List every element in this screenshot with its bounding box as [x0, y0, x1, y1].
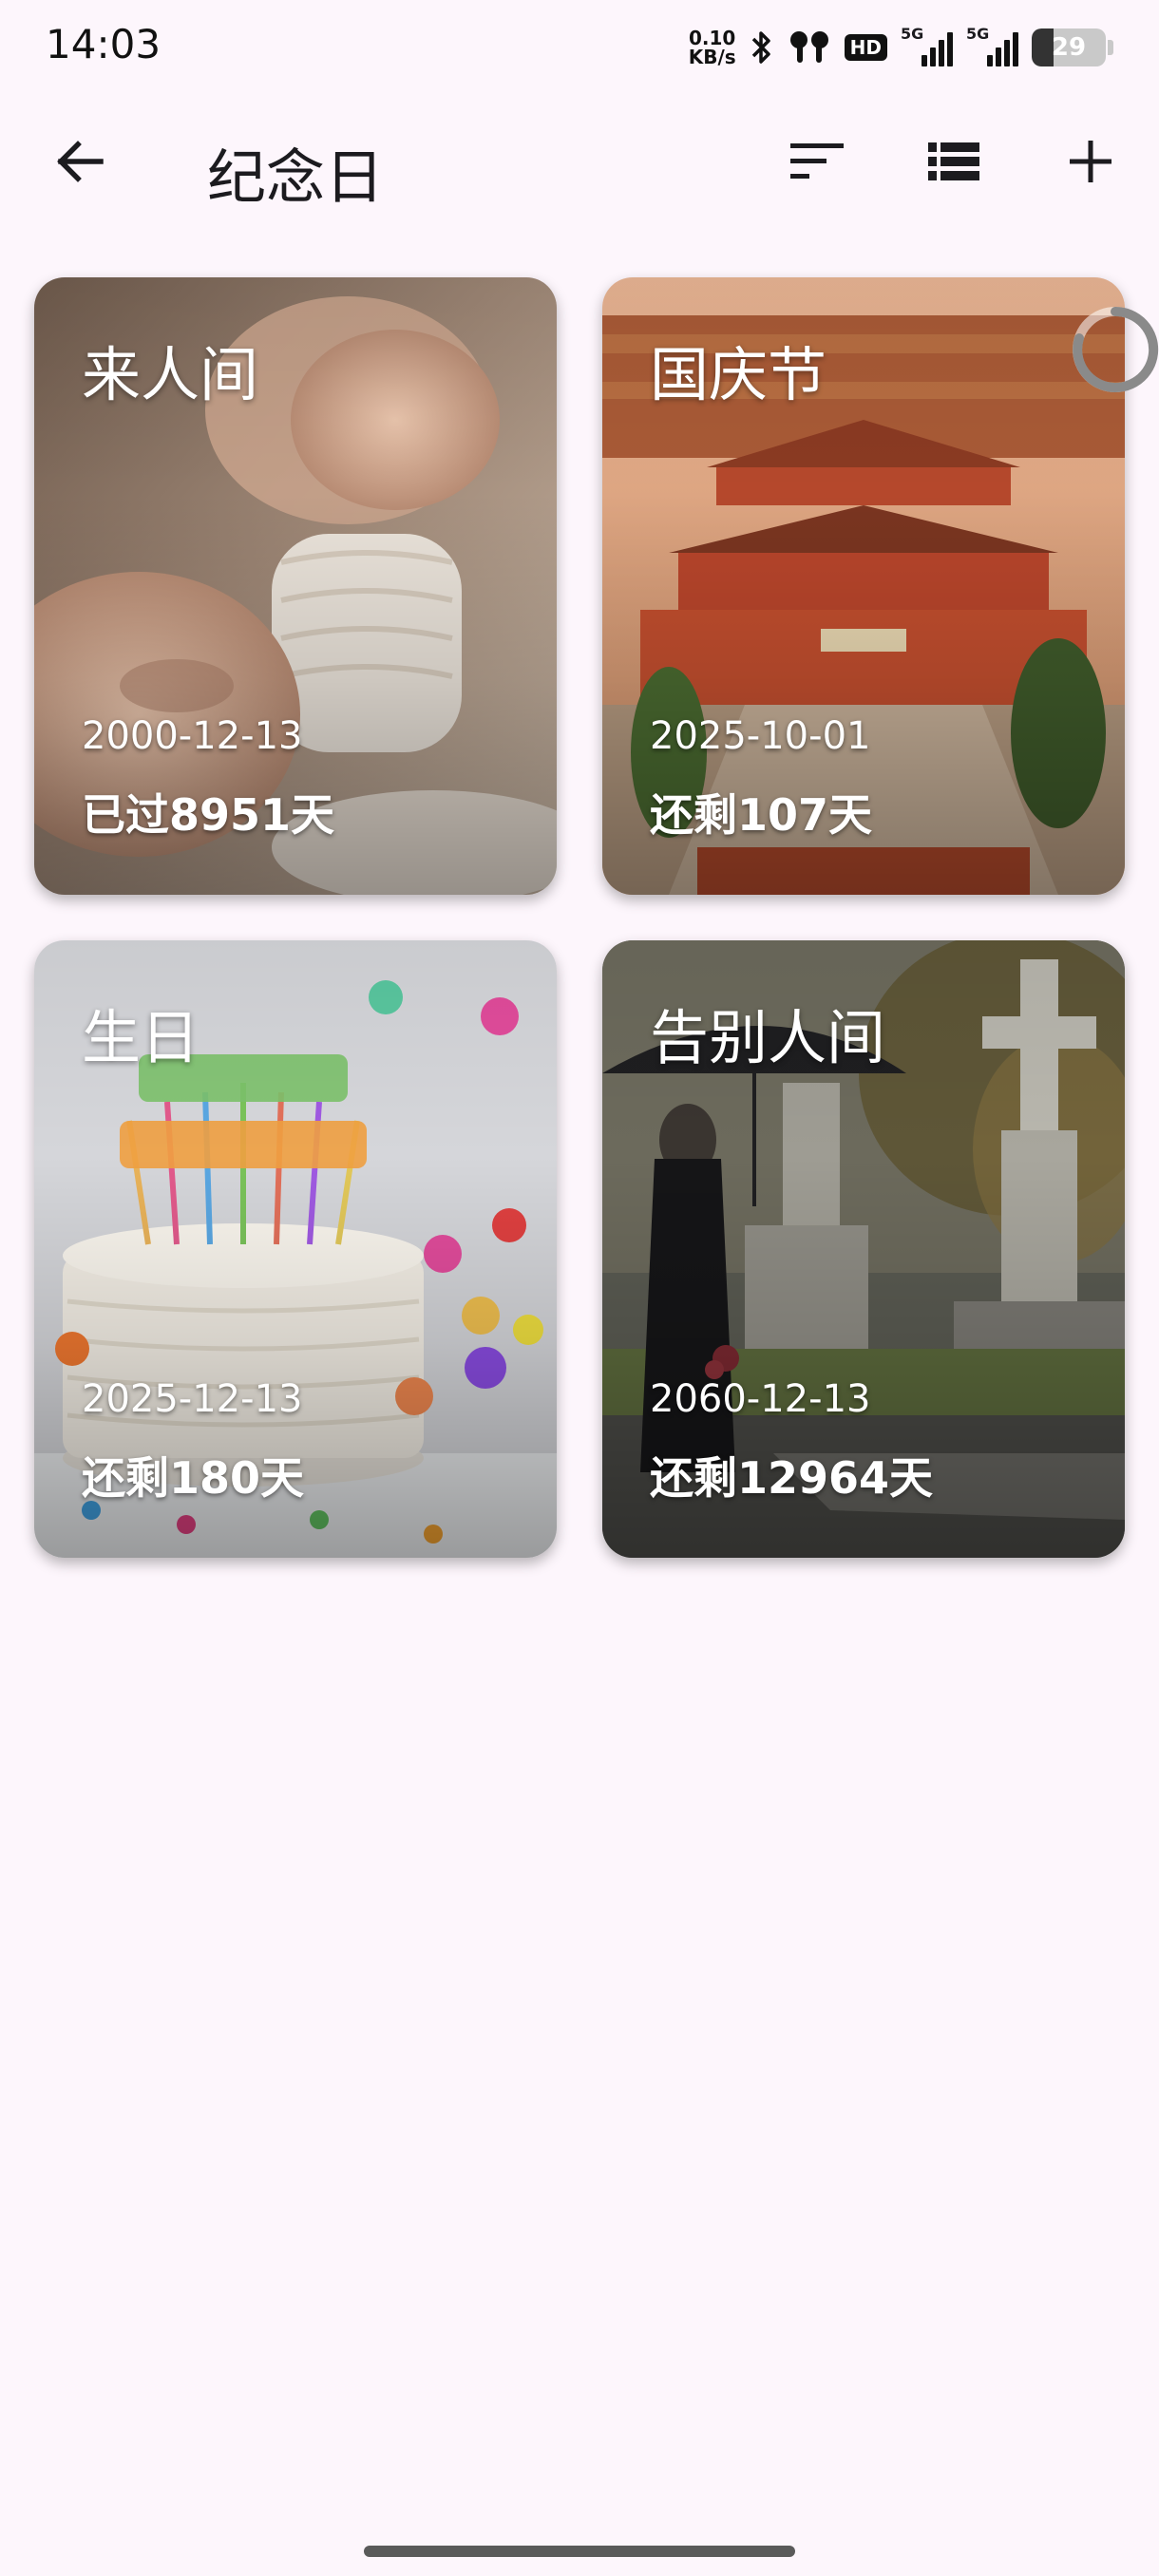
card-title: 告别人间	[650, 1003, 886, 1072]
sort-button[interactable]	[779, 123, 855, 199]
list-view-button[interactable]	[916, 123, 992, 199]
card-date: 2025-12-13	[82, 1377, 303, 1421]
back-arrow-icon	[57, 141, 104, 182]
anniversary-card[interactable]: 来人间 2000-12-13 已过8951天	[34, 277, 557, 895]
signal-icon-2: 5G	[966, 25, 1018, 66]
anniversary-card[interactable]: 生日 2025-12-13 还剩180天	[34, 940, 557, 1558]
card-count: 还剩12964天	[650, 1452, 934, 1504]
network-speed: 0.10 KB/s	[688, 27, 736, 68]
card-date: 2060-12-13	[650, 1377, 871, 1421]
anniversary-card[interactable]: 国庆节 2025-10-01 还剩107天	[602, 277, 1125, 895]
card-title: 国庆节	[650, 340, 827, 409]
list-view-icon	[928, 142, 979, 180]
page-title: 纪念日	[207, 142, 385, 212]
status-time: 14:03	[46, 21, 162, 67]
card-date: 2000-12-13	[82, 714, 303, 758]
bluetooth-icon	[750, 28, 774, 66]
anniversary-card[interactable]: 告别人间 2060-12-13 还剩12964天	[602, 940, 1125, 1558]
card-count: 还剩107天	[650, 789, 873, 841]
add-button[interactable]	[1053, 123, 1129, 199]
loading-spinner-icon	[1073, 306, 1159, 392]
app-bar: 纪念日	[0, 95, 1159, 228]
add-icon	[1070, 141, 1112, 182]
card-title: 生日	[82, 1003, 200, 1072]
battery-icon: 29	[1032, 28, 1106, 66]
earbuds-icon	[788, 28, 831, 66]
sort-icon	[790, 143, 844, 179]
card-count: 已过8951天	[82, 789, 335, 841]
signal-icon: 5G	[901, 25, 953, 66]
card-count: 还剩180天	[82, 1452, 305, 1504]
anniversary-grid: 来人间 2000-12-13 已过8951天 国庆节 2025-10-01 还剩…	[34, 277, 1127, 1558]
status-icons: 0.10 KB/s HD 5G 5G 29	[689, 21, 1113, 74]
status-bar: 14:03 0.10 KB/s HD 5G 5G 29	[0, 0, 1159, 95]
home-indicator[interactable]	[364, 2546, 795, 2557]
hd-icon: HD	[844, 34, 887, 61]
back-button[interactable]	[42, 123, 118, 199]
card-title: 来人间	[82, 340, 259, 409]
card-date: 2025-10-01	[650, 714, 871, 758]
